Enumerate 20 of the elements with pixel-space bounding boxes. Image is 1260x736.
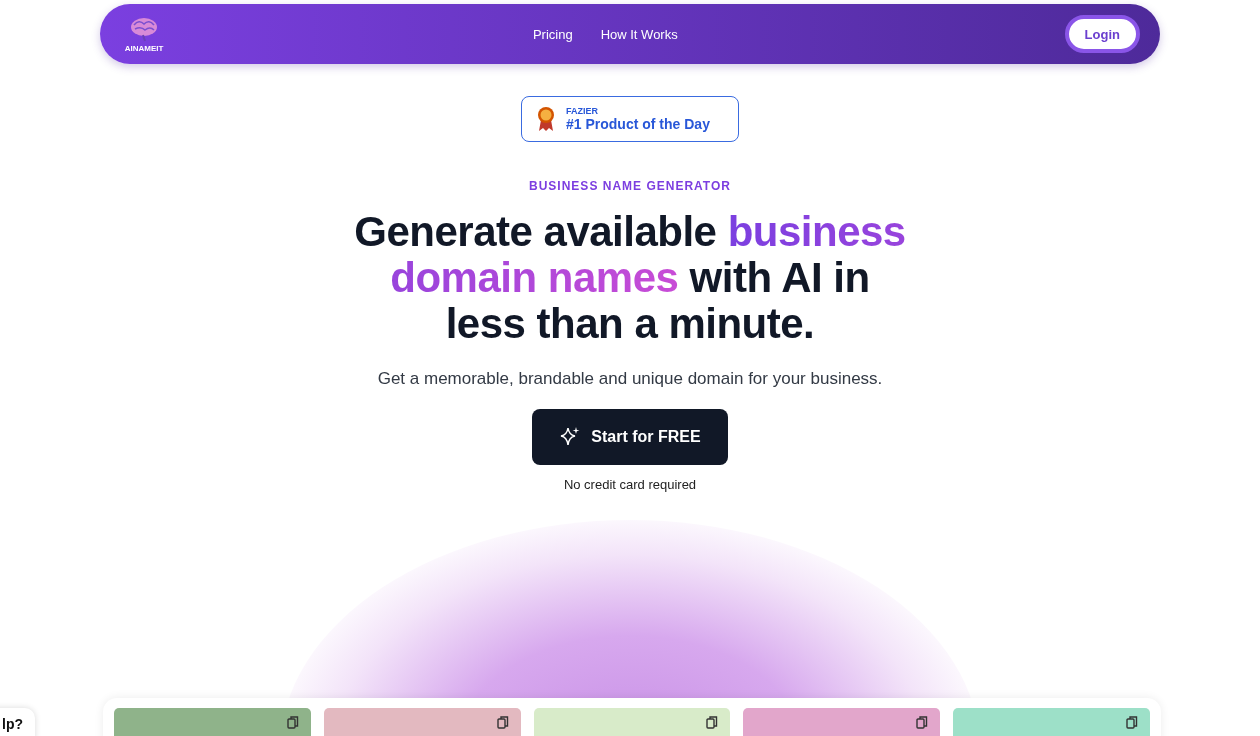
- note-text: No credit card required: [563, 477, 697, 492]
- badge-title: #1 Product of the Day: [566, 116, 710, 132]
- eyebrow-label: BUSINESS NAME GENERATOR: [529, 179, 731, 193]
- copy-icon[interactable]: [286, 716, 299, 729]
- copy-icon[interactable]: [496, 716, 509, 729]
- help-button[interactable]: lp?: [0, 708, 35, 736]
- brain-logo-icon: [129, 15, 159, 42]
- medal-icon: [536, 106, 556, 132]
- copy-icon[interactable]: [916, 716, 929, 729]
- badge-source: FAZIER: [566, 106, 599, 116]
- copy-icon[interactable]: [706, 716, 719, 729]
- award-badge[interactable]: FAZIER #1 Product of the Day: [521, 96, 739, 142]
- subtitle: Get a memorable, brandable and unique domain for your business.: [377, 369, 883, 389]
- start-button[interactable]: Start for FREE: [532, 409, 728, 465]
- sparkle-icon: [559, 426, 582, 448]
- copy-icon[interactable]: [1126, 716, 1138, 729]
- login-button[interactable]: Login: [1064, 15, 1140, 53]
- nav-link[interactable]: How It Works: [600, 26, 678, 42]
- nav-link[interactable]: Pricing: [532, 26, 573, 42]
- logo-text: AINAMEIT: [124, 43, 164, 53]
